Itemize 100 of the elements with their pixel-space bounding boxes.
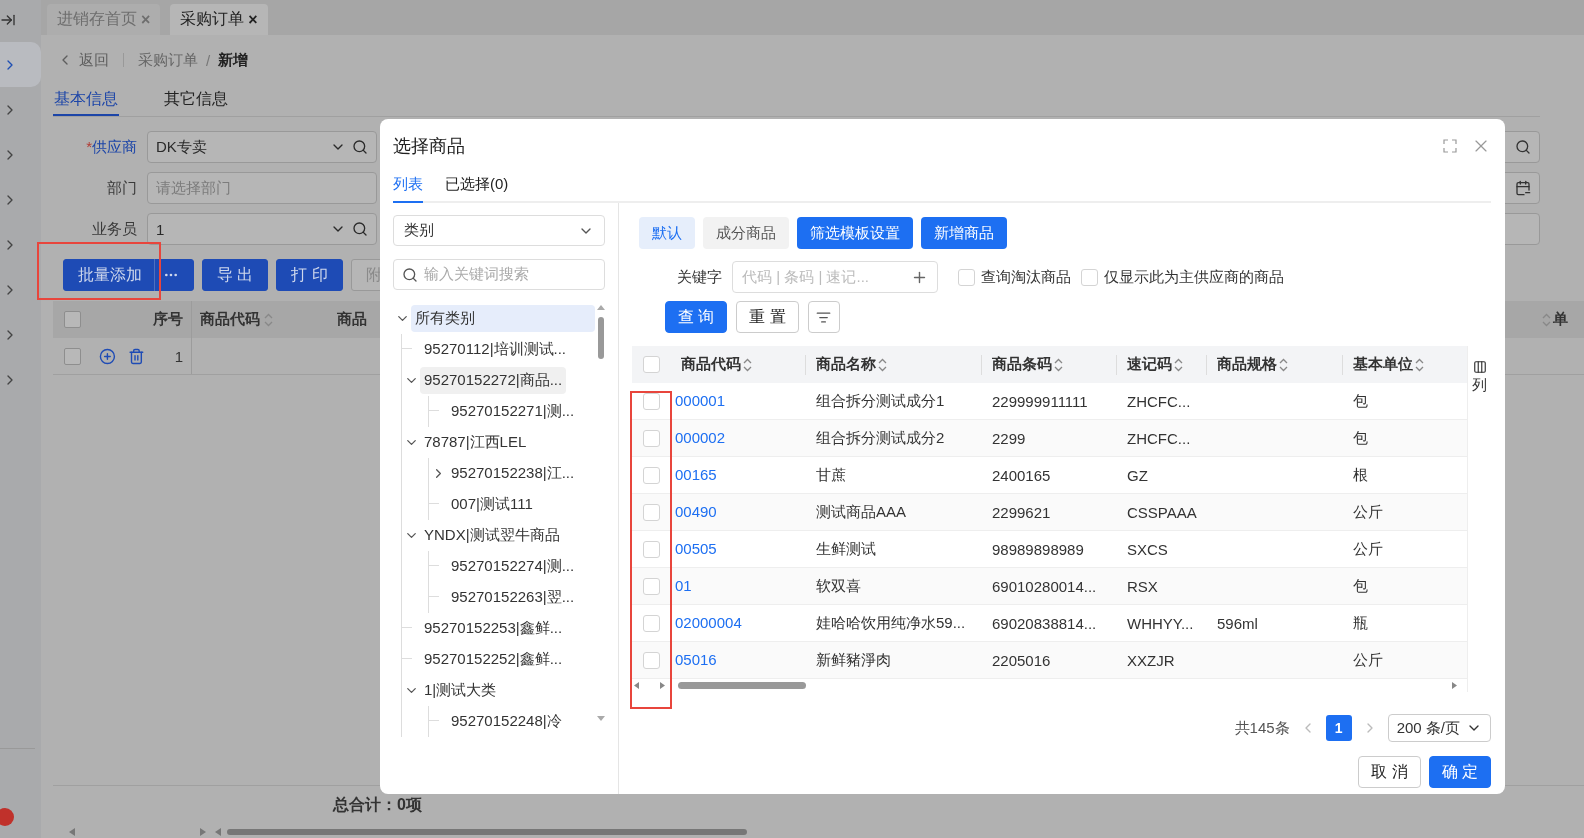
search-icon[interactable] xyxy=(402,266,418,283)
action-button[interactable]: 批量添加 xyxy=(63,259,194,291)
table-cell-text: ZHCFC... xyxy=(1126,392,1192,410)
column-header[interactable]: 商品代码 xyxy=(671,354,805,375)
row-index: 1 xyxy=(174,347,183,365)
table-cell-text: 包 xyxy=(1352,576,1369,596)
product-code-link[interactable]: 000002 xyxy=(671,429,726,446)
checkbox[interactable] xyxy=(63,311,81,328)
scrollbar-drawing[interactable] xyxy=(597,303,605,723)
column-header[interactable]: 基本单位 xyxy=(1342,354,1455,375)
sort-icon[interactable] xyxy=(1174,357,1183,372)
column-header[interactable]: 商品名称 xyxy=(805,354,981,375)
delete-icon[interactable] xyxy=(127,347,145,365)
add-row-icon[interactable] xyxy=(99,347,116,365)
tree-item[interactable]: 007|测试111 xyxy=(447,491,537,518)
tree-item[interactable]: 78787|江西LEL xyxy=(420,429,531,456)
product-code-link[interactable]: 00165 xyxy=(671,466,717,483)
reset-button[interactable]: 重 置 xyxy=(736,301,799,333)
view-tab[interactable]: 成分商品 xyxy=(703,217,789,249)
filter-list-icon[interactable] xyxy=(816,309,832,325)
table-cell-text: 瓶 xyxy=(1352,613,1369,633)
field-label: 关键字 xyxy=(677,267,722,287)
total-text: 总合计：0项 xyxy=(333,795,422,815)
table-cell-text: CSSPAAA xyxy=(1126,503,1198,521)
product-code-link[interactable]: 01 xyxy=(671,577,692,594)
tree-item[interactable]: YNDX|测试翌牛商品 xyxy=(420,522,564,549)
table-cell-text: 公斤 xyxy=(1352,539,1384,559)
select-field[interactable]: 1 xyxy=(147,213,377,245)
column-header: 商品代码 xyxy=(191,301,329,338)
tree-item[interactable]: 95270152271|测... xyxy=(447,398,579,425)
tree-item[interactable]: 所有类别 xyxy=(411,305,595,332)
sort-icon[interactable] xyxy=(743,357,752,372)
table-cell-text: RSX xyxy=(1126,577,1159,595)
table-cell-text: XXZJR xyxy=(1126,651,1176,669)
form-tab[interactable]: 其它信息 xyxy=(163,85,229,116)
filter-list-button[interactable] xyxy=(807,301,840,333)
product-code-link[interactable]: 05016 xyxy=(671,651,717,668)
sort-icon[interactable] xyxy=(1415,357,1424,372)
product-code-link[interactable]: 00505 xyxy=(671,540,717,557)
breadcrumb-separator: / xyxy=(206,51,211,69)
sort-icon[interactable] xyxy=(1054,357,1063,372)
category-select[interactable]: 类别 xyxy=(393,215,605,246)
column-header[interactable]: 商品规格 xyxy=(1206,354,1342,375)
page-number[interactable]: 1 xyxy=(1325,715,1352,741)
calendar-icon[interactable] xyxy=(1515,180,1531,196)
fullscreen-icon[interactable] xyxy=(1443,139,1457,153)
column-header[interactable]: 速记码 xyxy=(1116,354,1206,375)
tree-item[interactable]: 95270112|培训测试... xyxy=(420,336,571,363)
table-cell-text: 组合拆分测试成分1 xyxy=(815,391,946,411)
select-field[interactable]: DK专卖 xyxy=(147,131,377,163)
tool-button[interactable]: 筛选模板设置 xyxy=(797,217,913,249)
breadcrumb-item[interactable]: 新增 xyxy=(218,50,249,70)
field-label: 业务员 xyxy=(91,219,138,239)
checkbox-label: 仅显示此为主供应商的商品 xyxy=(1104,267,1284,287)
table-cell-text: 根 xyxy=(1352,465,1369,485)
cancel-button[interactable]: 取 消 xyxy=(1358,756,1421,788)
column-header: 序号 xyxy=(152,309,184,329)
notification-dot[interactable] xyxy=(0,808,14,826)
dialog-title: 选择商品 xyxy=(393,135,465,158)
tree-item[interactable]: 95270152272|商品... xyxy=(420,367,567,394)
column-header: 单 xyxy=(1542,310,1584,329)
search-icon[interactable] xyxy=(352,139,368,155)
table-cell-text: 596ml xyxy=(1216,614,1259,632)
table-cell-text: 229999911111 xyxy=(991,392,1089,410)
product-code-link[interactable]: 02000004 xyxy=(671,614,742,631)
table-cell-text: WHHYY... xyxy=(1126,614,1195,632)
sort-icon[interactable] xyxy=(878,357,887,372)
dialog-tab[interactable]: 已选择(0) xyxy=(445,173,509,203)
tree-item[interactable]: 95270152238|江... xyxy=(447,460,579,487)
product-code-link[interactable]: 000001 xyxy=(671,392,726,409)
search-icon[interactable] xyxy=(352,221,368,237)
page-size-select[interactable]: 200 条/页 xyxy=(1387,714,1491,742)
column-header[interactable]: 商品条码 xyxy=(981,354,1116,375)
tree-item[interactable]: 95270152263|翌... xyxy=(447,584,579,611)
tree-item[interactable]: 1|测试大类 xyxy=(420,677,501,704)
view-tab[interactable]: 默认 xyxy=(639,217,695,249)
search-icon[interactable] xyxy=(1515,139,1531,155)
tree-item[interactable]: 95270152248|冷 xyxy=(447,708,566,735)
table-cell-text: ZHCFC... xyxy=(1126,429,1192,447)
tree-item[interactable]: 95270152252|鑫鲜... xyxy=(420,646,567,673)
field-label: *供应商 xyxy=(85,137,138,157)
dialog-tab[interactable]: 列表 xyxy=(393,173,423,203)
action-button[interactable]: 导 出 xyxy=(202,259,269,291)
table-cell-text: 公斤 xyxy=(1352,502,1384,522)
collapse-icon[interactable] xyxy=(0,12,16,28)
query-button[interactable]: 查 询 xyxy=(665,301,728,333)
table-cell-text: 69010280014... xyxy=(991,577,1098,595)
column-settings-label[interactable]: 列 xyxy=(1472,376,1487,395)
checkbox[interactable] xyxy=(63,347,81,365)
tool-button[interactable]: 新增商品 xyxy=(921,217,1007,249)
page-tab[interactable]: 采购订单 × xyxy=(170,4,268,35)
table-cell-text: 2299621 xyxy=(991,503,1052,521)
sort-icon[interactable] xyxy=(1279,357,1288,372)
columns-icon[interactable] xyxy=(1472,360,1487,374)
tree-item[interactable]: 95270152253|鑫鲜... xyxy=(420,615,567,642)
tree-item[interactable]: 95270152274|测... xyxy=(447,553,579,580)
form-tab[interactable]: 基本信息 xyxy=(53,85,119,116)
action-button[interactable]: 打 印 xyxy=(276,259,343,291)
product-code-link[interactable]: 00490 xyxy=(671,503,717,520)
ok-button[interactable]: 确 定 xyxy=(1428,756,1491,788)
